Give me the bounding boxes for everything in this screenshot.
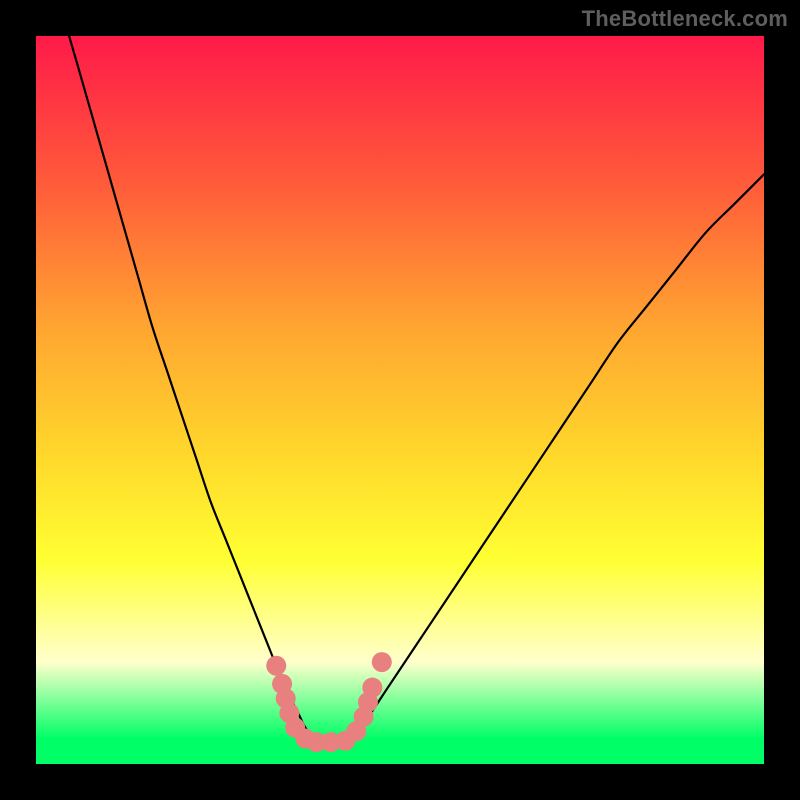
gradient-background	[36, 36, 764, 764]
curve-marker	[362, 678, 382, 698]
curve-marker	[372, 652, 392, 672]
chart-svg	[36, 36, 764, 764]
plot-area	[36, 36, 764, 764]
curve-marker	[266, 656, 286, 676]
watermark-text: TheBottleneck.com	[582, 6, 788, 32]
chart-frame: TheBottleneck.com	[0, 0, 800, 800]
